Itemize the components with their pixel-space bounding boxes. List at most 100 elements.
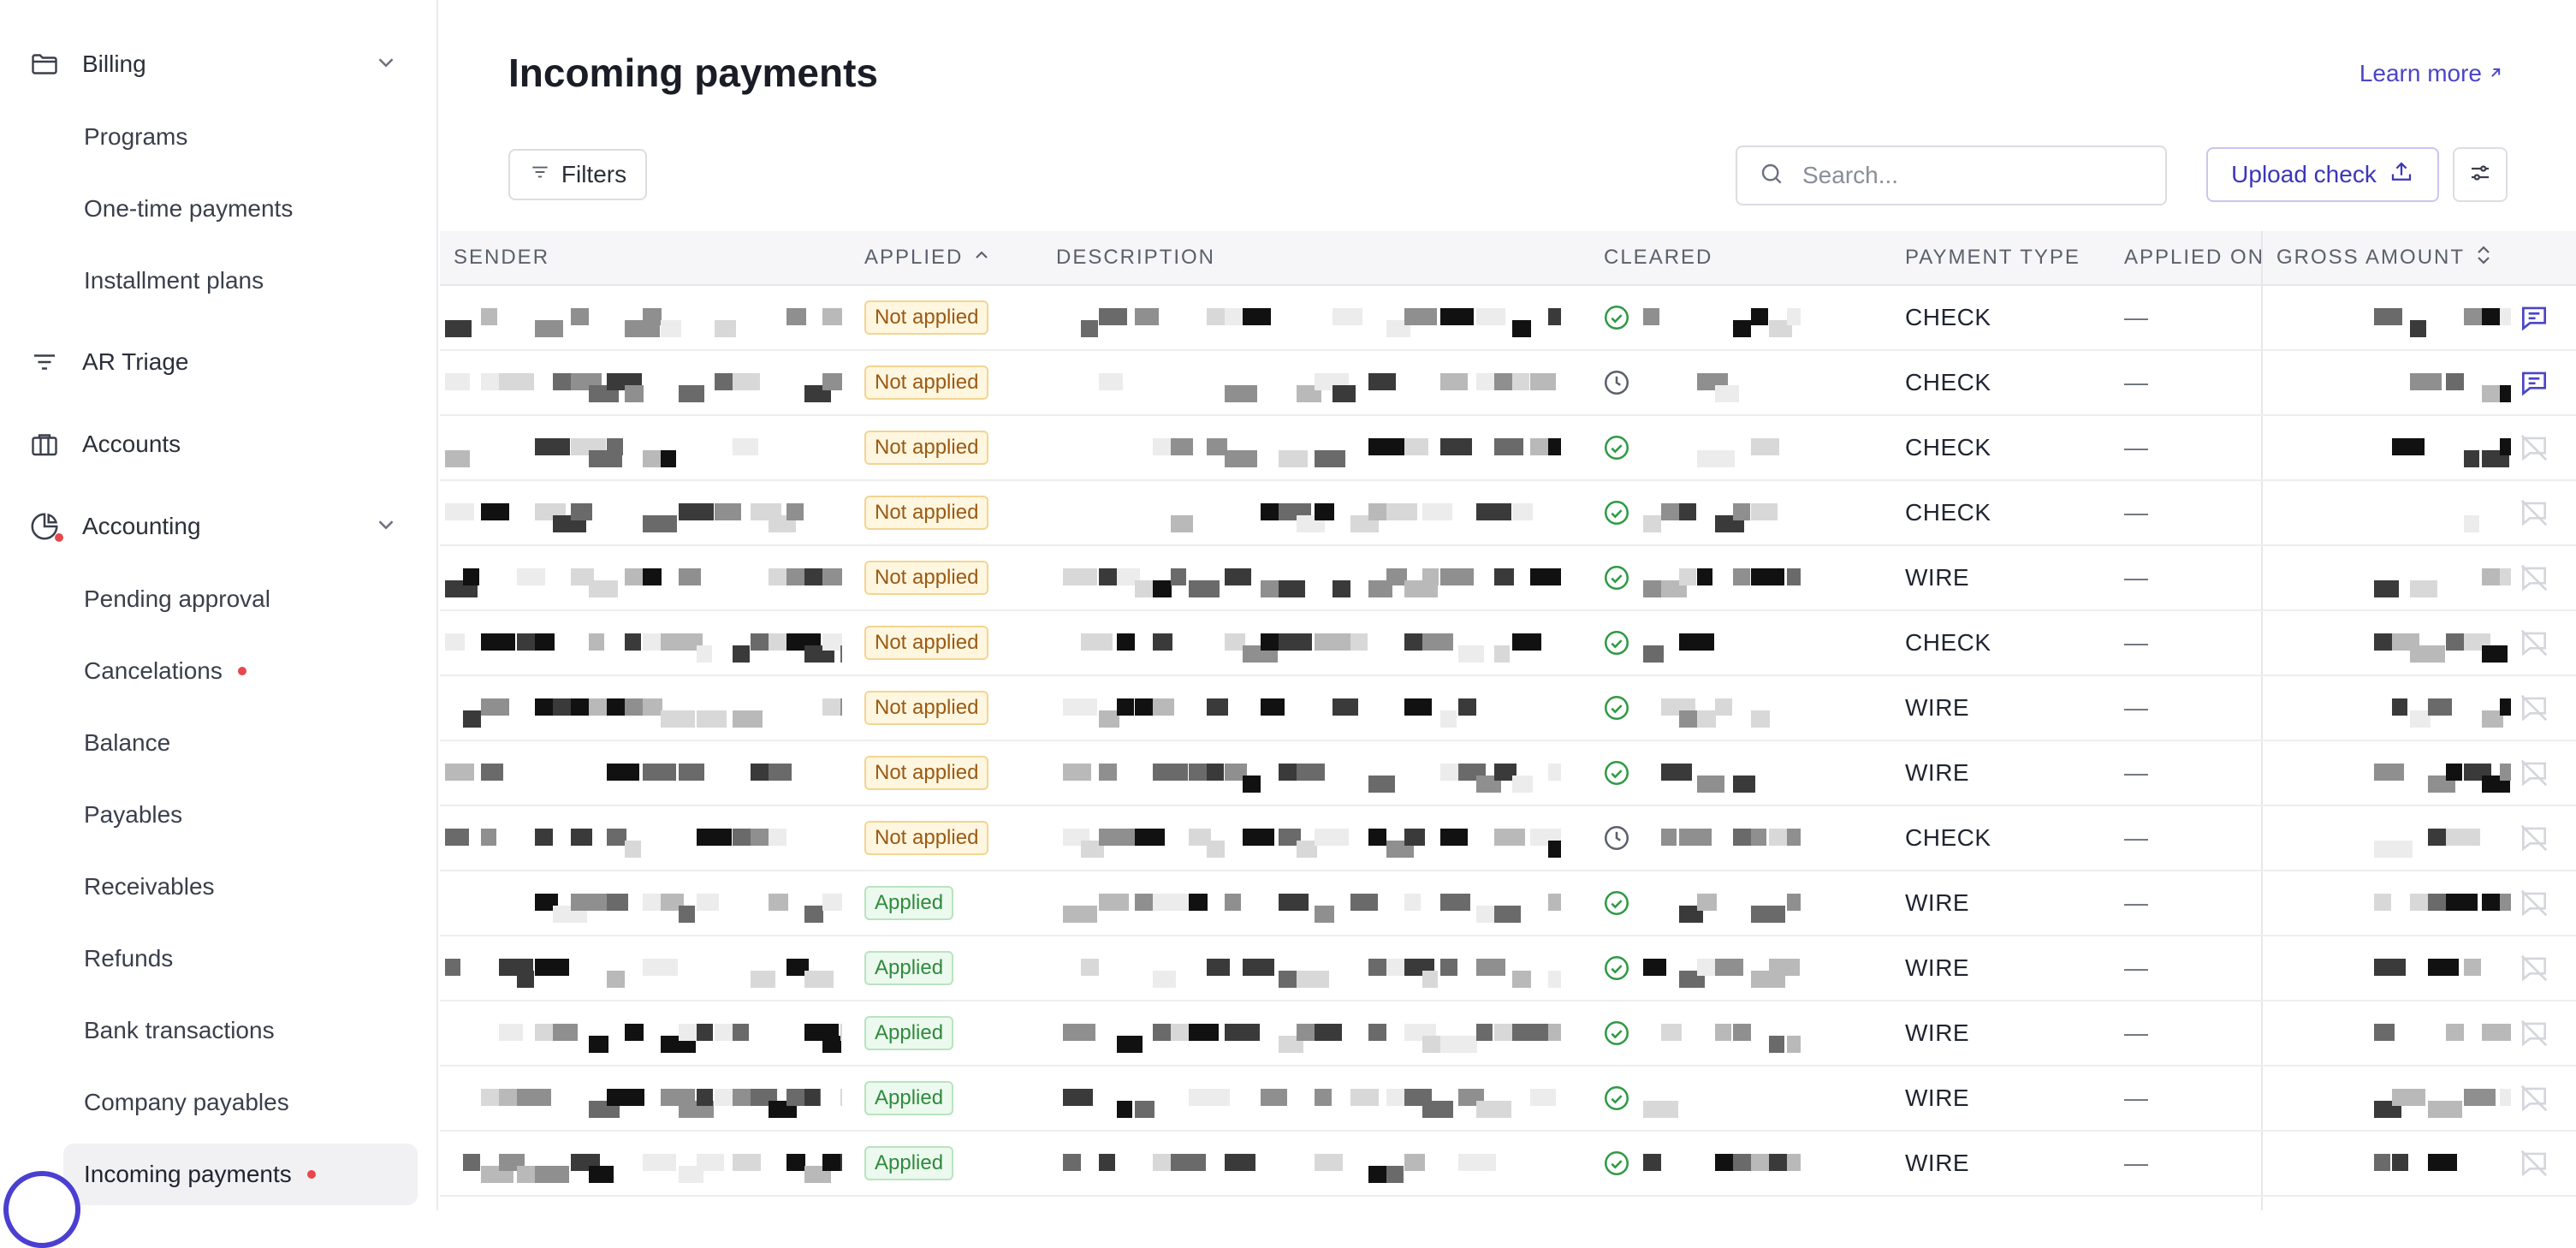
- message-off-icon[interactable]: [2518, 1001, 2550, 1065]
- sidebar-item-balance[interactable]: Balance: [63, 712, 418, 774]
- redacted-block: [1422, 503, 1452, 520]
- redacted-block: [1225, 894, 1241, 911]
- column-header-cleared[interactable]: CLEARED: [1604, 231, 1712, 284]
- message-off-icon[interactable]: [2518, 806, 2550, 870]
- table-row[interactable]: Not applied WIRE —: [440, 741, 2576, 806]
- table-row[interactable]: Not applied CHECK —: [440, 481, 2576, 546]
- message-off-icon[interactable]: [2518, 416, 2550, 479]
- table-row[interactable]: Applied WIRE —: [440, 1132, 2576, 1197]
- message-off-icon[interactable]: [2518, 611, 2550, 675]
- redacted-block: [445, 373, 470, 390]
- nav-accounts[interactable]: Accounts: [0, 414, 438, 474]
- redacted-block: [607, 438, 623, 455]
- table-row[interactable]: Not applied WIRE —: [440, 676, 2576, 741]
- redacted-block: [1440, 308, 1474, 325]
- redacted-block: [1494, 829, 1525, 846]
- redacted-block: [1751, 829, 1766, 846]
- sidebar-item-incoming-payments[interactable]: Incoming payments: [63, 1144, 418, 1205]
- sidebar-item-payables[interactable]: Payables: [63, 784, 418, 846]
- column-settings-button[interactable]: [2453, 147, 2508, 202]
- redacted-block: [679, 764, 704, 781]
- redacted-block: [2446, 894, 2478, 911]
- redacted-block: [1512, 373, 1529, 390]
- nav-accounting[interactable]: Accounting: [0, 496, 438, 556]
- redacted-block: [1512, 971, 1531, 988]
- redacted-block: [1787, 1036, 1801, 1053]
- table-row[interactable]: Not applied WIRE —: [440, 546, 2576, 611]
- redacted-block: [822, 698, 842, 716]
- upload-check-button[interactable]: Upload check: [2206, 147, 2439, 202]
- table-row[interactable]: Not applied CHECK —: [440, 611, 2576, 676]
- sidebar-item-receivables[interactable]: Receivables: [63, 856, 418, 918]
- redacted-block: [679, 568, 701, 585]
- table-row[interactable]: Applied WIRE —: [440, 1067, 2576, 1132]
- message-off-icon[interactable]: [2518, 741, 2550, 805]
- learn-more-link[interactable]: Learn more: [2359, 60, 2504, 87]
- applied-cell: Not applied: [864, 611, 989, 675]
- redacted-block: [2446, 829, 2480, 846]
- filters-button[interactable]: Filters: [508, 149, 647, 200]
- table-row[interactable]: Applied WIRE —: [440, 871, 2576, 936]
- chevron-down-icon[interactable]: [373, 512, 399, 538]
- sidebar-item-programs[interactable]: Programs: [63, 106, 418, 168]
- redacted-block: [625, 385, 644, 402]
- column-header-payment-type[interactable]: PAYMENT TYPE: [1905, 231, 2080, 284]
- message-icon[interactable]: [2518, 286, 2550, 349]
- check-circle-icon: [1602, 676, 1631, 740]
- search-icon: [1758, 160, 1785, 192]
- message-off-icon[interactable]: [2518, 546, 2550, 609]
- sidebar-item-one-time-payments[interactable]: One-time payments: [63, 178, 418, 240]
- column-header-applied[interactable]: APPLIED: [864, 231, 992, 284]
- redacted-block: [1117, 1036, 1143, 1053]
- nav-billing[interactable]: Billing: [0, 34, 438, 94]
- search-input[interactable]: [1801, 161, 2129, 190]
- message-off-icon[interactable]: [2518, 1067, 2550, 1130]
- redacted-block: [535, 1089, 551, 1106]
- column-header-gross-amount[interactable]: GROSS AMOUNT: [2276, 231, 2494, 284]
- redacted-block: [769, 829, 786, 846]
- search-box[interactable]: [1736, 146, 2167, 205]
- sidebar-item-installment-plans[interactable]: Installment plans: [63, 250, 418, 312]
- column-header-sender[interactable]: SENDER: [454, 231, 549, 284]
- briefcase-icon: [26, 425, 63, 463]
- app-logo[interactable]: [3, 1171, 80, 1248]
- sidebar-item-pending-approval[interactable]: Pending approval: [63, 568, 418, 630]
- redacted-block: [1135, 894, 1154, 911]
- redacted-block: [1063, 906, 1097, 923]
- message-off-icon[interactable]: [2518, 1132, 2550, 1195]
- message-off-icon[interactable]: [2518, 871, 2550, 935]
- table-row[interactable]: Not applied CHECK —: [440, 286, 2576, 351]
- redacted-block: [822, 1036, 841, 1053]
- column-header-applied-on[interactable]: APPLIED ON: [2124, 231, 2264, 284]
- sidebar-item-bank-transactions[interactable]: Bank transactions: [63, 1000, 418, 1061]
- table-row[interactable]: Applied WIRE —: [440, 936, 2576, 1001]
- message-off-icon[interactable]: [2518, 676, 2550, 740]
- message-off-icon[interactable]: [2518, 481, 2550, 544]
- sidebar-item-refunds[interactable]: Refunds: [63, 928, 418, 989]
- redacted-block: [733, 710, 763, 728]
- redacted-block: [607, 764, 639, 781]
- redacted-block: [769, 764, 792, 781]
- redacted-block: [715, 373, 734, 390]
- redacted-block: [1697, 776, 1724, 793]
- table-row[interactable]: Applied WIRE —: [440, 1001, 2576, 1067]
- redacted-block: [822, 568, 842, 585]
- table-row[interactable]: Not applied CHECK —: [440, 806, 2576, 871]
- message-off-icon[interactable]: [2518, 936, 2550, 1000]
- redacted-block: [1715, 450, 1735, 467]
- redacted-block: [1733, 320, 1751, 337]
- redacted-block: [769, 894, 788, 911]
- table-row[interactable]: Not applied CHECK —: [440, 351, 2576, 416]
- redacted-block: [1679, 633, 1714, 651]
- sidebar-item-cancelations[interactable]: Cancelations: [63, 640, 418, 702]
- sidebar-item-company-payables[interactable]: Company payables: [63, 1072, 418, 1133]
- table-row[interactable]: Not applied CHECK —: [440, 416, 2576, 481]
- nav-ar-triage[interactable]: AR Triage: [0, 332, 438, 392]
- status-badge: Not applied: [864, 561, 989, 595]
- message-icon[interactable]: [2518, 351, 2550, 414]
- redacted-block: [1099, 308, 1127, 325]
- folder-icon: [26, 45, 63, 83]
- column-header-description[interactable]: DESCRIPTION: [1056, 231, 1215, 284]
- pie-chart-icon: [26, 508, 63, 545]
- chevron-down-icon[interactable]: [373, 50, 399, 75]
